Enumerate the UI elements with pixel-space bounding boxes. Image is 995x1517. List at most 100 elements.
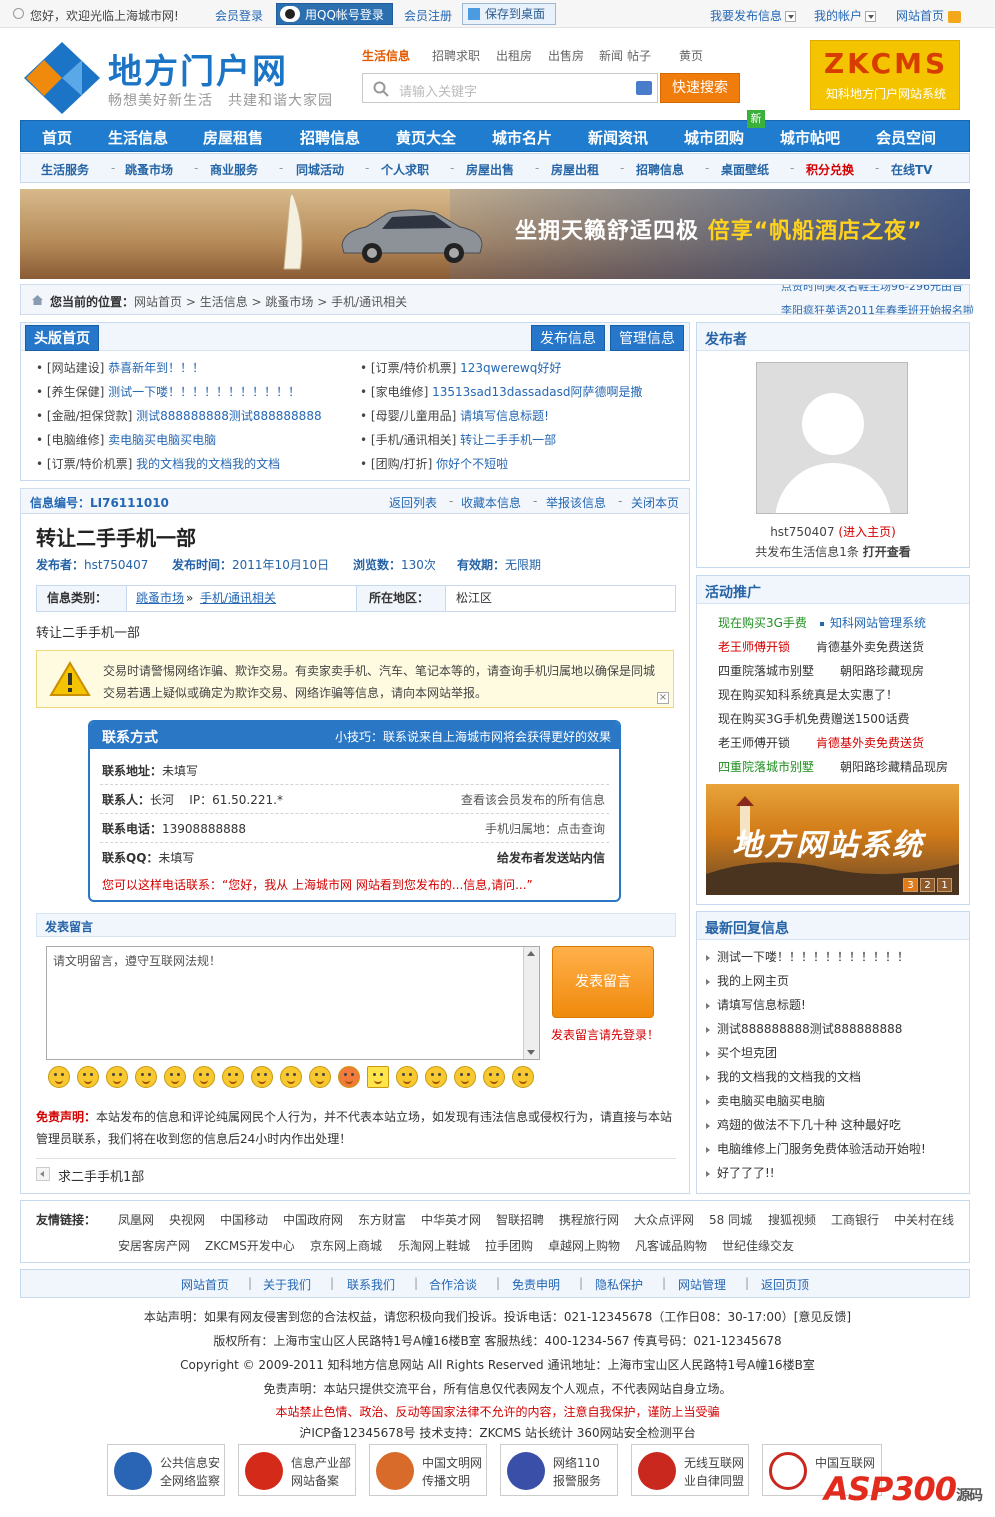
promo-ad-image[interactable]: 地方网站系统 3 2 1 [706,784,959,895]
publisher-view-link[interactable]: 打开查看 [863,545,911,559]
login-link[interactable]: 会员登录 [215,7,263,24]
nav-item[interactable]: 招聘信息 [300,127,360,148]
miit-badge[interactable]: 信息产业部 网站备案 [238,1444,356,1496]
emoji-icon[interactable] [425,1066,447,1088]
friend-link[interactable]: 工商银行 [831,1211,879,1228]
back-to-list-link[interactable]: 返回列表 [389,494,437,511]
sub-nav-item[interactable]: 同城活动 [296,161,344,178]
footer-link[interactable]: 隐私保护 [595,1276,643,1293]
footer-link[interactable]: 合作洽谈 [429,1276,477,1293]
news-ticker-item[interactable]: 李阳疯狂英语2011年春季班开始报名啦 [781,303,974,314]
headline-link[interactable]: 请填写信息标题! [460,409,549,423]
friend-link[interactable]: 凡客诚品购物 [635,1237,707,1254]
friend-link[interactable]: 世纪佳缘交友 [722,1237,794,1254]
post-info-menu[interactable]: 我要发布信息 [710,7,797,24]
ad-banner[interactable]: 坐拥天籁舒适四极 倍享“帆船酒店之夜” [20,189,970,279]
keyboard-icon[interactable] [636,81,652,95]
emoji-icon[interactable] [48,1066,70,1088]
headline-link[interactable]: 13513sad13dassadasd阿萨德啊是撒 [432,385,642,399]
news-ticker-item[interactable]: 点赞时间美发名鞋主场96-296元由音 [781,285,974,295]
friend-link[interactable]: ZKCMS开发中心 [205,1237,295,1254]
headline-link[interactable]: 转让二手手机一部 [460,433,556,447]
reply-item[interactable]: 卖电脑买电脑买电脑 [706,1092,825,1109]
sub-nav-item[interactable]: 招聘信息 [636,161,684,178]
emoji-icon[interactable] [164,1066,186,1088]
emoji-icon[interactable] [106,1066,128,1088]
wireless-alliance-badge[interactable]: 无线互联网 业自律同盟 [631,1444,749,1496]
sub-nav-item[interactable]: 房屋出租 [551,161,599,178]
nav-item[interactable]: 城市团购 [684,127,744,148]
friend-link[interactable]: 智联招聘 [496,1211,544,1228]
search-tab[interactable]: 帖子 [627,47,651,64]
headline-link[interactable]: 你好个不短啦 [436,457,508,471]
nav-item[interactable]: 会员空间 [876,127,936,148]
breadcrumb-trail[interactable]: 网站首页 > 生活信息 > 跳蚤市场 > 手机/通讯相关 [134,295,407,309]
promo-item[interactable]: 朝阳路珍藏精品现房 [840,758,948,775]
nav-item[interactable]: 新闻资讯 [588,127,648,148]
headline-item[interactable]: • [养生保健] 测试一下喽！！！！！！！！！！！ [36,383,300,400]
headline-link[interactable]: 测试一下喽！！！！！！！！！！！ [108,385,300,399]
headline-item[interactable]: • [订票/特价机票] 我的文档我的文档我的文档 [36,455,280,472]
headline-item[interactable]: • [手机/通讯相关] 转让二手手机一部 [360,431,556,448]
publisher-homepage-link[interactable]: (进入主页) [838,525,895,539]
promo-item[interactable]: 四重院落城市别墅 [718,758,814,775]
friend-link[interactable]: 中华英才网 [421,1211,481,1228]
search-tab[interactable]: 出售房 [548,47,584,64]
civilization-badge[interactable]: 中国文明网 传播文明 [369,1444,487,1496]
headline-link[interactable]: 我的文档我的文档我的文档 [136,457,280,471]
promo-item[interactable]: 老王师傅开锁 [718,638,790,655]
nav-item[interactable]: 黄页大全 [396,127,456,148]
reply-item[interactable]: 电脑维修上门服务免费体验活动开始啦! [706,1140,926,1157]
reply-item[interactable]: 请填写信息标题! [706,996,806,1013]
footer-link[interactable]: 关于我们 [263,1276,311,1293]
emoji-icon[interactable] [135,1066,157,1088]
headline-item[interactable]: • [团购/打折] 你好个不短啦 [360,455,508,472]
sub-nav-item[interactable]: 房屋出售 [466,161,514,178]
emoji-icon[interactable] [251,1066,273,1088]
search-tab[interactable]: 新闻 [599,47,623,64]
post-info-button[interactable]: 发布信息 [531,325,605,351]
register-link[interactable]: 会员注册 [404,7,452,24]
footer-link[interactable]: 网站管理 [678,1276,726,1293]
friend-link[interactable]: 中国移动 [220,1211,268,1228]
search-input[interactable]: 请输入关键字 [362,73,658,103]
friend-link[interactable]: 大众点评网 [634,1211,694,1228]
headline-link[interactable]: 卖电脑买电脑买电脑 [108,433,216,447]
promo-item[interactable]: 四重院落城市别墅 [718,662,814,679]
textarea-scrollbar[interactable] [523,947,539,1059]
emoji-icon[interactable] [396,1066,418,1088]
police110-badge[interactable]: 网络110 报警服务 [500,1444,618,1496]
scroll-up-icon[interactable] [527,951,535,956]
scroll-down-icon[interactable] [527,1050,535,1055]
promo-item[interactable]: 肯德基外卖免费送货 [816,638,924,655]
friend-link[interactable]: 中关村在线 [894,1211,954,1228]
friend-link[interactable]: 东方财富 [358,1211,406,1228]
manage-info-button[interactable]: 管理信息 [610,325,684,351]
carousel-page[interactable]: 2 [920,878,935,892]
promo-item[interactable]: 老王师傅开锁 [718,734,790,751]
report-link[interactable]: 举报该信息 [546,494,606,511]
prev-post[interactable]: 求二手手机1部 [36,1158,676,1186]
site-logo-title[interactable]: 地方门户网 [108,44,288,93]
emoji-icon[interactable] [193,1066,215,1088]
site-home-link[interactable]: 网站首页 [896,7,962,24]
footer-link[interactable]: 免责申明 [512,1276,560,1293]
friend-link[interactable]: 携程旅行网 [559,1211,619,1228]
search-button[interactable]: 快速搜索 [660,73,740,103]
promo-item[interactable]: 肯德基外卖免费送货 [816,734,924,751]
search-tab[interactable]: 出租房 [496,47,532,64]
emoji-icon[interactable] [367,1066,389,1088]
reply-item[interactable]: 测试一下喽！！！！！！！！！！！ [706,948,909,965]
carousel-page[interactable]: 1 [937,878,952,892]
emoji-icon[interactable] [77,1066,99,1088]
friend-link[interactable]: 央视网 [169,1211,205,1228]
nav-item[interactable]: 城市帖吧 [780,127,840,148]
reply-item[interactable]: 我的文档我的文档我的文档 [706,1068,861,1085]
sub-nav-item[interactable]: 个人求职 [381,161,429,178]
sub-nav-item[interactable]: 跳蚤市场 [125,161,173,178]
headline-link[interactable]: 测试888888888测试888888888 [136,409,321,423]
headline-item[interactable]: • [母婴/儿童用品] 请填写信息标题! [360,407,549,424]
friend-link[interactable]: 安居客房产网 [118,1237,190,1254]
promo-item[interactable]: 现在购买3G手费 [718,614,807,631]
headline-item[interactable]: • [家电维修] 13513sad13dassadasd阿萨德啊是撒 [360,383,642,400]
